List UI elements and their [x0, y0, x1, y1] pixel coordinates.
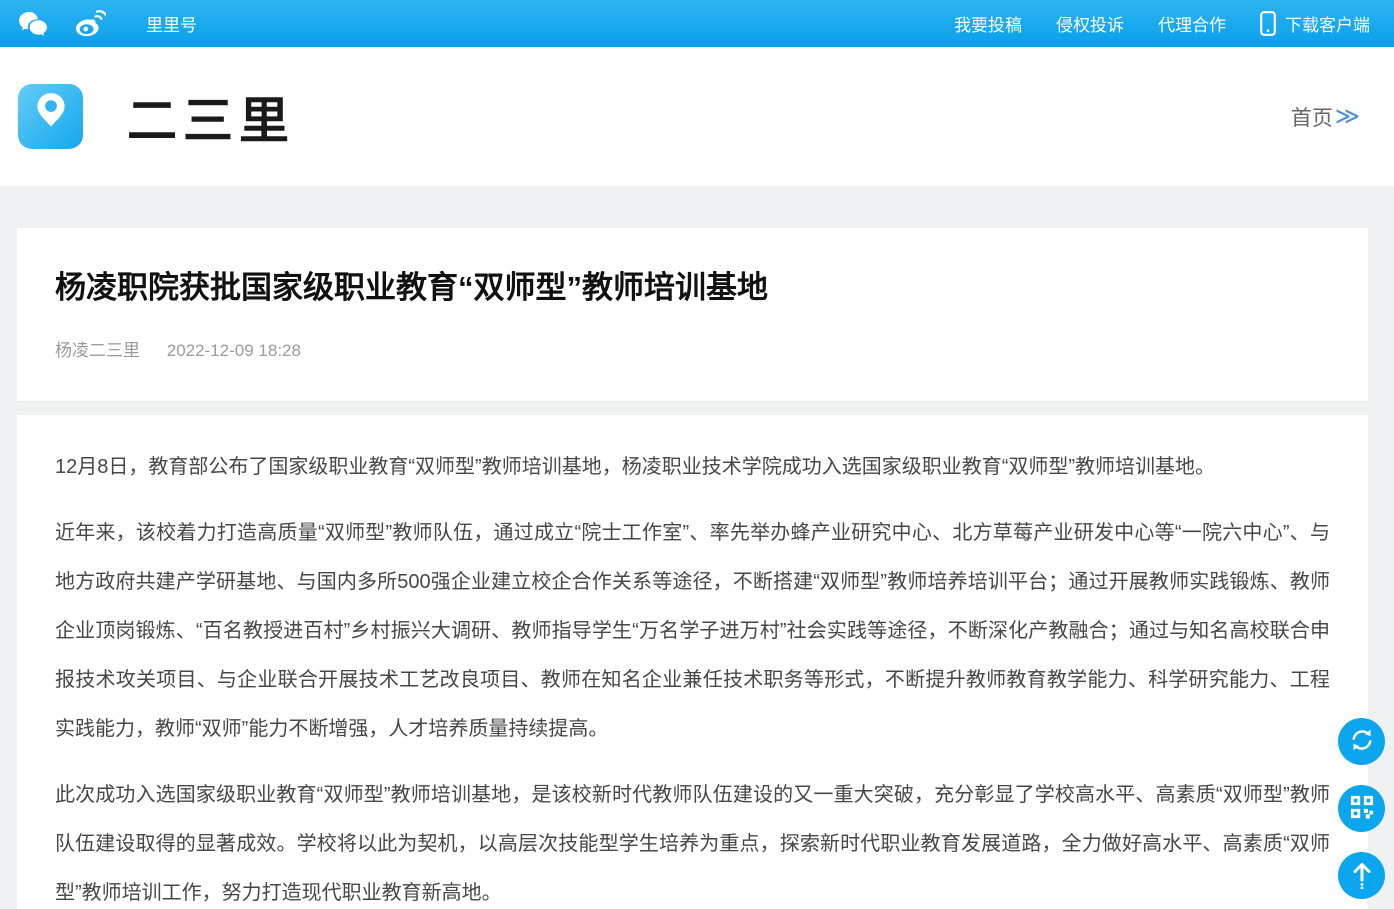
- content-area: 杨凌职院获批国家级职业教育“双师型”教师培训基地 杨凌二三里 2022-12-0…: [0, 186, 1394, 909]
- download-client-label: 下载客户端: [1285, 11, 1370, 36]
- topbar-right: 我要投稿 侵权投诉 代理合作 下载客户端: [954, 11, 1370, 36]
- article-body-card: 12月8日，教育部公布了国家级职业教育“双师型”教师培训基地，杨凌职业技术学院成…: [17, 415, 1368, 909]
- home-link-label: 首页: [1291, 102, 1333, 132]
- article-date: 2022-12-09 18:28: [167, 341, 301, 360]
- home-link[interactable]: 首页 ≫: [1291, 102, 1360, 132]
- article-author: 杨凌二三里: [55, 341, 140, 360]
- topbar-link-submit[interactable]: 我要投稿: [954, 11, 1022, 36]
- refresh-button[interactable]: [1338, 718, 1385, 765]
- download-client-link[interactable]: 下载客户端: [1260, 11, 1370, 36]
- site-header: 二三里 首页 ≫: [0, 47, 1394, 186]
- article-header-card: 杨凌职院获批国家级职业教育“双师型”教师培训基地 杨凌二三里 2022-12-0…: [17, 228, 1368, 401]
- qr-code-icon: [1350, 795, 1374, 822]
- site-logo-text[interactable]: 二三里: [127, 81, 295, 153]
- topbar-left: 里里号: [18, 10, 197, 37]
- article-meta: 杨凌二三里 2022-12-09 18:28: [55, 336, 1330, 361]
- article-paragraph: 此次成功入选国家级职业教育“双师型”教师培训基地，是该校新时代教师队伍建设的又一…: [55, 771, 1330, 909]
- topbar-link-complaint[interactable]: 侵权投诉: [1056, 11, 1124, 36]
- back-to-top-button[interactable]: [1338, 852, 1385, 899]
- floating-action-stack: [1338, 718, 1385, 899]
- up-arrow-icon: [1350, 859, 1374, 892]
- qr-code-button[interactable]: [1338, 785, 1385, 832]
- article-paragraph: 12月8日，教育部公布了国家级职业教育“双师型”教师培训基地，杨凌职业技术学院成…: [55, 443, 1330, 492]
- refresh-icon: [1349, 727, 1375, 756]
- location-pin-icon: [30, 91, 72, 142]
- phone-icon: [1260, 11, 1276, 36]
- lilihao-link[interactable]: 里里号: [146, 11, 197, 36]
- topbar-link-agency[interactable]: 代理合作: [1158, 11, 1226, 36]
- wechat-icon[interactable]: [18, 11, 48, 37]
- chevron-double-right-icon: ≫: [1335, 102, 1360, 131]
- topbar: 里里号 我要投稿 侵权投诉 代理合作 下载客户端: [0, 0, 1394, 47]
- article-title: 杨凌职院获批国家级职业教育“双师型”教师培训基地: [55, 268, 1330, 308]
- weibo-icon[interactable]: [74, 10, 106, 37]
- site-logo[interactable]: [18, 84, 83, 149]
- article-paragraph: 近年来，该校着力打造高质量“双师型”教师队伍，通过成立“院士工作室”、率先举办蜂…: [55, 509, 1330, 754]
